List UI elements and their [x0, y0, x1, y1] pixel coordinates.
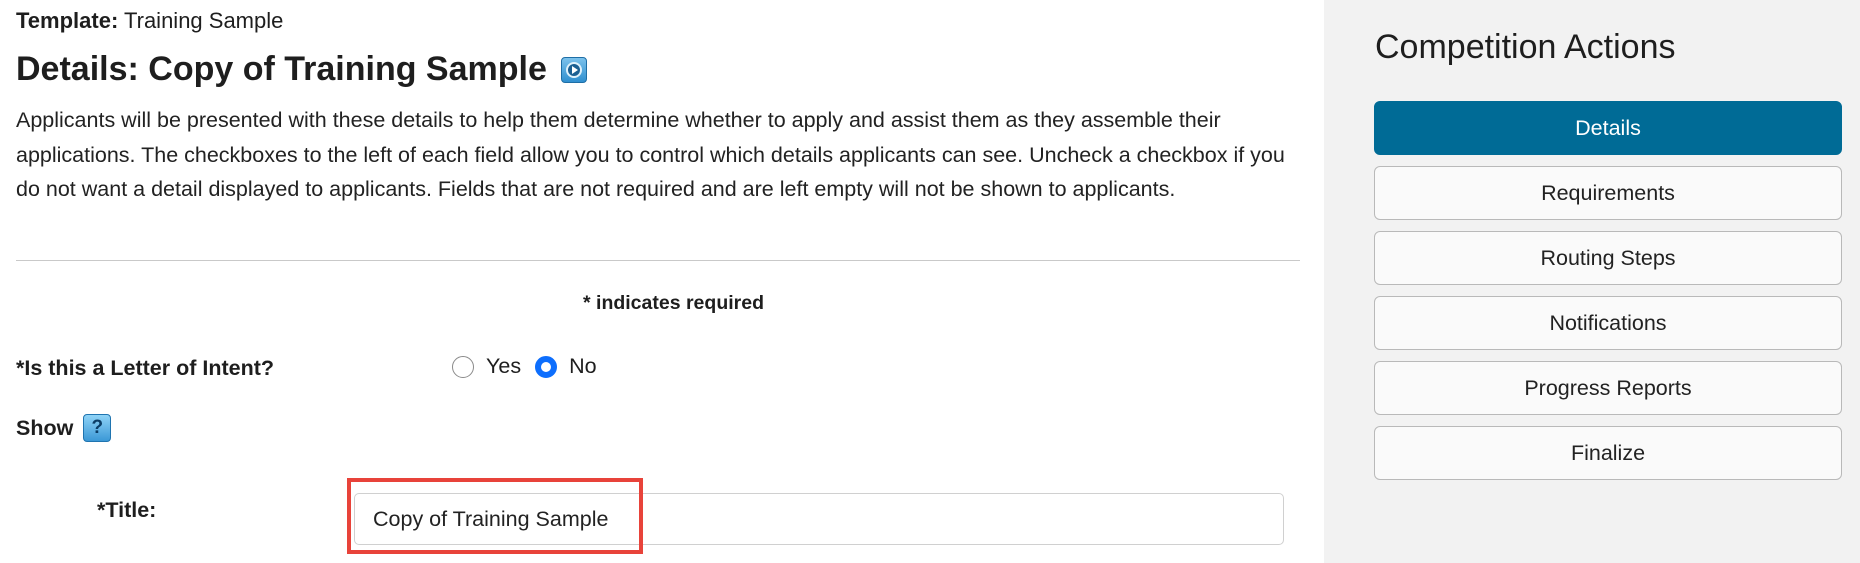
- radio-yes-label[interactable]: Yes: [486, 354, 521, 379]
- template-value: Training Sample: [124, 8, 284, 33]
- show-section: Show ?: [16, 414, 112, 442]
- sidebar-title: Competition Actions: [1375, 28, 1676, 66]
- section-divider: [16, 260, 1300, 261]
- main-content: Template: Training Sample Details: Copy …: [0, 0, 1324, 563]
- page-title-text: Details: Copy of Training Sample: [16, 50, 547, 88]
- template-info: Template: Training Sample: [16, 8, 283, 34]
- show-label: Show: [16, 415, 74, 440]
- action-button-routing-steps[interactable]: Routing Steps: [1374, 231, 1842, 285]
- action-button-progress-reports[interactable]: Progress Reports: [1374, 361, 1842, 415]
- highlight-annotation: [347, 478, 643, 554]
- radio-yes[interactable]: [452, 355, 474, 378]
- action-button-notifications[interactable]: Notifications: [1374, 296, 1842, 350]
- required-indicator-note: * indicates required: [583, 292, 764, 314]
- letter-of-intent-radio-group: Yes No: [452, 354, 611, 379]
- details-description: Applicants will be presented with these …: [16, 108, 1285, 201]
- action-button-finalize[interactable]: Finalize: [1374, 426, 1842, 480]
- action-button-details[interactable]: Details: [1374, 101, 1842, 155]
- radio-no[interactable]: [535, 355, 558, 378]
- page-title: Details: Copy of Training Sample: [16, 50, 587, 89]
- action-button-requirements[interactable]: Requirements: [1374, 166, 1842, 220]
- radio-no-label[interactable]: No: [569, 354, 596, 379]
- template-label: Template:: [16, 8, 119, 33]
- video-tutorial-icon[interactable]: [560, 56, 587, 83]
- help-icon[interactable]: ?: [83, 414, 112, 442]
- title-field-label: *Title:: [97, 498, 157, 522]
- letter-of-intent-label: *Is this a Letter of Intent?: [16, 356, 275, 380]
